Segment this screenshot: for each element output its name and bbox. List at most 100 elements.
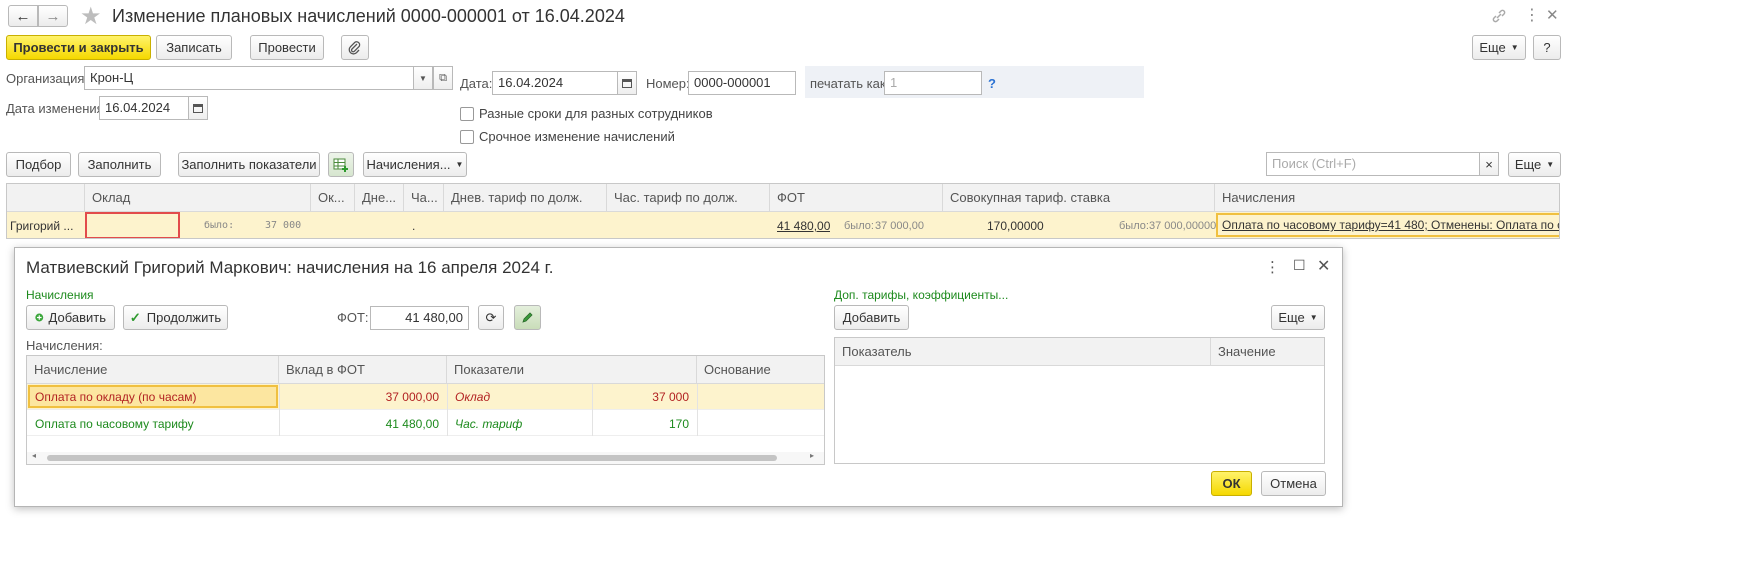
table-row[interactable]: Оплата по окладу (по часам) 37 000,00 Ок… [27, 384, 824, 410]
window-menu-icon[interactable]: ⋮ [1524, 5, 1540, 25]
col-separator [697, 384, 698, 436]
table-row[interactable]: Оплата по часовому тарифу 41 480,00 Час.… [27, 410, 824, 437]
horizontal-scrollbar[interactable]: ◂ ▸ [27, 451, 824, 464]
col-employee[interactable] [7, 184, 85, 212]
col-total-rate[interactable]: Совокупная тариф. ставка [943, 184, 1215, 212]
accruals-table-label: Начисления: [26, 338, 103, 353]
col-salary-short[interactable]: Ок... [311, 184, 355, 212]
change-date-calendar-button[interactable] [188, 96, 208, 120]
main-table: Оклад Ок... Дне... Ча... Днев. тариф по … [6, 183, 1560, 239]
more-label: Еще [1278, 310, 1305, 325]
link-icon[interactable] [1491, 8, 1507, 24]
window-title: Изменение плановых начислений 0000-00000… [112, 6, 625, 26]
total-rate-cell[interactable]: 170,00000 [987, 213, 1044, 238]
col-separator [279, 384, 280, 436]
employee-cell[interactable]: Григорий ... [10, 213, 84, 238]
table-row[interactable]: Григорий ... было: 37 000 . 41 480,00 бы… [7, 212, 1559, 238]
edit-fot-button[interactable] [514, 305, 541, 330]
window-close-icon[interactable]: ✕ [1546, 6, 1559, 24]
dropdown-arrow-icon: ▼ [1309, 313, 1318, 322]
accruals-cell-link[interactable]: Оплата по часовому тарифу=41 480; Отмене… [1222, 218, 1559, 232]
urgent-change-label: Срочное изменение начислений [479, 129, 675, 144]
search-clear-button[interactable]: × [1479, 152, 1499, 176]
col-indicator[interactable]: Показатель [835, 338, 1211, 366]
fot-field[interactable]: 41 480,00 [370, 306, 469, 330]
more-button[interactable]: Еще ▼ [1472, 35, 1526, 60]
accrual-name-cell[interactable]: Оплата по часовому тарифу [35, 411, 275, 437]
col-day-rate[interactable]: Днев. тариф по долж. [444, 184, 607, 212]
table-grid-button[interactable] [328, 152, 354, 177]
attach-button[interactable] [341, 35, 369, 60]
recalc-button[interactable]: ⟳ [478, 305, 504, 330]
add-circle-icon [35, 313, 44, 322]
extra-more-button[interactable]: Еще ▼ [1271, 305, 1325, 330]
indicator-value-cell[interactable]: 37 000 [592, 384, 689, 410]
fot-was-value: 37 000,00 [875, 220, 924, 232]
salary-cell-input[interactable] [85, 212, 180, 238]
col-days[interactable]: Дне... [355, 184, 404, 212]
org-field[interactable]: Крон-Ц [84, 66, 414, 90]
col-value[interactable]: Значение [1211, 338, 1324, 366]
col-hours[interactable]: Ча... [404, 184, 444, 212]
extra-group-title: Доп. тарифы, коэффициенты... [834, 288, 1009, 302]
ok-button[interactable]: ОК [1211, 471, 1252, 496]
back-button[interactable]: ← [8, 5, 38, 27]
col-salary[interactable]: Оклад [85, 184, 311, 212]
org-dropdown-button[interactable]: ▼ [413, 66, 433, 90]
number-field[interactable]: 0000-000001 [688, 71, 796, 95]
scrollbar-thumb[interactable] [47, 455, 777, 461]
col-contribution[interactable]: Вклад в ФОТ [279, 356, 447, 384]
dropdown-arrow-icon: ▼ [1510, 43, 1519, 52]
dialog-close-icon[interactable]: ✕ [1317, 256, 1330, 276]
dialog-menu-icon[interactable]: ⋮ [1265, 258, 1280, 276]
favorite-star-icon[interactable]: ★ [80, 2, 102, 31]
change-date-field[interactable]: 16.04.2024 [99, 96, 189, 120]
fill-indicators-button[interactable]: Заполнить показатели [178, 152, 320, 177]
search-input[interactable]: Поиск (Ctrl+F) [1266, 152, 1481, 176]
dialog-maximize-icon[interactable]: ☐ [1293, 257, 1306, 274]
fot-cell[interactable]: 41 480,00 [777, 213, 830, 238]
col-indicators[interactable]: Показатели [447, 356, 697, 384]
col-separator [592, 384, 593, 436]
forward-button[interactable]: → [38, 5, 68, 27]
print-as-field[interactable]: 1 [884, 71, 982, 95]
arrow-right-icon: → [45, 7, 61, 25]
contribution-cell[interactable]: 37 000,00 [279, 384, 439, 410]
col-fot[interactable]: ФОТ [770, 184, 943, 212]
contribution-cell[interactable]: 41 480,00 [279, 411, 439, 437]
col-basis[interactable]: Основание [697, 356, 824, 384]
save-button[interactable]: Записать [156, 35, 232, 60]
print-as-help-icon[interactable]: ? [988, 76, 996, 91]
indicator-value-cell[interactable]: 170 [592, 411, 689, 437]
indicator-name-cell[interactable]: Час. тариф [455, 411, 522, 437]
pick-button[interactable]: Подбор [6, 152, 71, 177]
indicator-name-cell[interactable]: Оклад [455, 384, 490, 410]
accruals-cell[interactable]: Оплата по часовому тарифу=41 480; Отмене… [1216, 213, 1559, 237]
continue-button[interactable]: ✓ Продолжить [123, 305, 228, 330]
different-terms-checkbox[interactable] [460, 107, 474, 121]
help-button[interactable]: ? [1533, 35, 1561, 60]
accrual-name-cell[interactable]: Оплата по окладу (по часам) [28, 385, 278, 408]
col-separator [447, 384, 448, 436]
add-accrual-button[interactable]: Добавить [26, 305, 115, 330]
post-and-close-button[interactable]: Провести и закрыть [6, 35, 151, 60]
post-button[interactable]: Провести [250, 35, 324, 60]
col-accrual-name[interactable]: Начисление [27, 356, 279, 384]
cancel-button[interactable]: Отмена [1261, 471, 1326, 496]
print-as-label: печатать как: [810, 76, 890, 91]
date-field[interactable]: 16.04.2024 [492, 71, 618, 95]
col-accruals[interactable]: Начисления [1215, 184, 1559, 212]
table-more-button[interactable]: Еще ▼ [1508, 152, 1561, 177]
extra-add-button[interactable]: Добавить [834, 305, 909, 330]
fill-button[interactable]: Заполнить [78, 152, 161, 177]
org-open-button[interactable]: ⧉ [433, 66, 453, 90]
accruals-menu-button[interactable]: Начисления... ▼ [363, 152, 467, 177]
main-table-header: Оклад Ок... Дне... Ча... Днев. тариф по … [7, 184, 1559, 212]
pencil-icon [522, 312, 533, 323]
scroll-left-icon[interactable]: ◂ [32, 451, 36, 460]
dialog-accruals-table: Начисление Вклад в ФОТ Показатели Основа… [26, 355, 825, 465]
col-hour-rate[interactable]: Час. тариф по долж. [607, 184, 770, 212]
date-calendar-button[interactable] [617, 71, 637, 95]
scroll-right-icon[interactable]: ▸ [810, 451, 814, 460]
urgent-change-checkbox[interactable] [460, 130, 474, 144]
